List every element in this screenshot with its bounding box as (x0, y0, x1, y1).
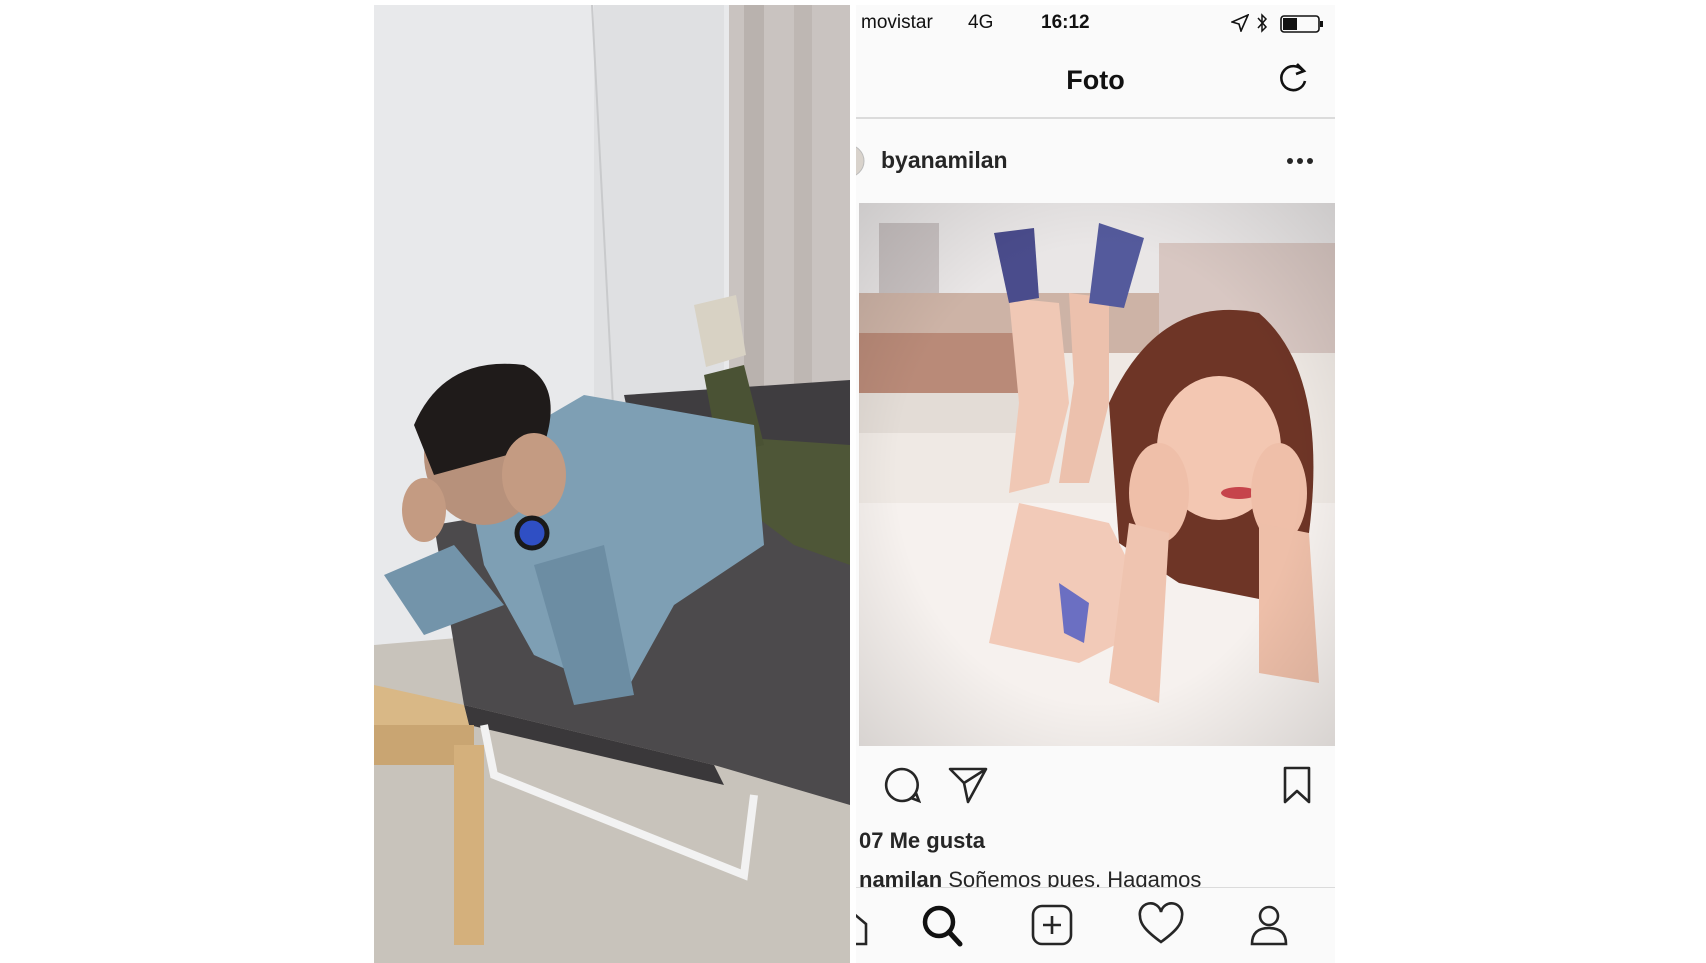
left-photo (374, 5, 850, 963)
profile-icon[interactable] (1244, 902, 1294, 948)
page-title: Foto (1066, 65, 1125, 95)
bottom-tab-bar (856, 887, 1335, 963)
status-bar: movistar 4G 16:12 (856, 5, 1335, 39)
woman-lying-photo (859, 203, 1335, 746)
nav-bar: Foto (856, 39, 1335, 119)
heart-icon[interactable] (1136, 902, 1186, 948)
search-icon[interactable] (918, 902, 968, 948)
bookmark-icon[interactable] (1282, 766, 1312, 804)
add-post-icon[interactable] (1027, 902, 1077, 948)
likes-count[interactable]: 07 Me gusta (859, 828, 985, 854)
post-header: byanamilan (856, 130, 1335, 190)
comment-icon[interactable] (883, 766, 921, 804)
post-image[interactable] (859, 203, 1335, 746)
clock-time: 16:12 (1041, 12, 1090, 33)
carrier-label: movistar (861, 12, 933, 33)
refresh-icon[interactable] (1276, 62, 1310, 96)
avatar[interactable] (856, 144, 866, 178)
battery-icon (1280, 15, 1323, 33)
instagram-phone-screen: movistar 4G 16:12 Foto byanamilan 07 Me … (856, 5, 1335, 963)
network-label: 4G (968, 12, 994, 33)
post-username[interactable]: byanamilan (881, 147, 1008, 174)
location-arrow-icon (1231, 14, 1249, 32)
bluetooth-icon (1257, 13, 1268, 33)
post-actions (856, 760, 1335, 810)
home-icon[interactable] (856, 902, 872, 948)
send-icon[interactable] (948, 766, 988, 804)
more-dots-icon[interactable] (1286, 157, 1314, 165)
man-on-couch-photo (374, 5, 850, 963)
